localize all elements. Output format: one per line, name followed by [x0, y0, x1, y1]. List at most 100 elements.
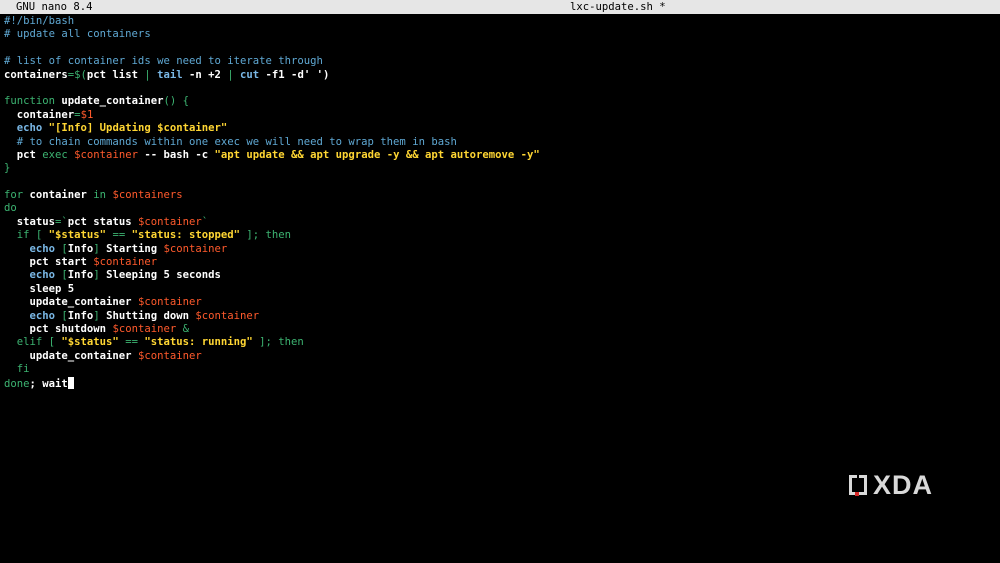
code-token: =$( — [67, 68, 87, 81]
code-line: # to chain commands within one exec we w… — [4, 136, 994, 149]
code-token: $container — [195, 309, 260, 322]
code-line: function update_container() { — [4, 95, 994, 108]
code-token: pct start — [4, 256, 94, 269]
code-line: do — [4, 202, 994, 215]
code-line: update_container $container — [4, 350, 994, 363]
code-line: container=$1 — [4, 109, 994, 122]
code-token: pct shutdown — [4, 322, 113, 335]
text-cursor — [67, 376, 74, 389]
code-token: Info — [67, 309, 94, 322]
code-token: echo — [29, 242, 56, 255]
code-token: $container — [93, 256, 158, 269]
code-token: in — [93, 189, 113, 202]
code-token: echo — [29, 309, 56, 322]
code-token: status — [4, 215, 56, 228]
code-token: "status: stopped" — [131, 229, 241, 242]
xda-watermark: XDA — [846, 470, 933, 500]
code-token: fi — [4, 363, 30, 376]
code-line: echo [Info] Sleeping 5 seconds — [4, 269, 994, 282]
code-line: elif [ "$status" == "status: running" ];… — [4, 336, 994, 349]
code-token: $container — [137, 215, 202, 228]
file-name: lxc-update.sh * — [570, 1, 666, 13]
code-token: # list of container ids we need to itera… — [4, 55, 323, 68]
code-token: ; wait — [29, 377, 68, 390]
code-token: | — [227, 68, 241, 81]
code-line: if [ "$status" == "status: stopped" ]; t… — [4, 229, 994, 242]
code-token: "status: running" — [144, 336, 253, 349]
code-line: #!/bin/bash — [4, 15, 994, 28]
code-token: $container — [112, 322, 177, 335]
code-token: $container — [157, 122, 221, 135]
code-token: containers — [4, 68, 68, 81]
code-token: == — [106, 229, 132, 242]
code-token: Info — [67, 242, 94, 255]
code-token: done — [4, 377, 30, 390]
code-token: echo — [16, 122, 43, 135]
code-token: elif [ — [4, 336, 62, 349]
code-token: container — [4, 108, 75, 121]
code-token: tail — [157, 68, 183, 81]
code-token: update_container — [4, 296, 138, 309]
code-token: $container — [74, 148, 138, 161]
code-token: function — [4, 95, 62, 108]
xda-logo-icon — [849, 475, 867, 496]
code-line: pct exec $container -- bash -c "apt upda… — [4, 149, 994, 162]
code-token: $container — [137, 296, 202, 309]
code-token: # to chain commands within one exec we w… — [4, 135, 457, 148]
code-line: } — [4, 162, 994, 175]
code-token: do — [4, 202, 17, 215]
app-title: GNU nano 8.4 — [16, 1, 93, 13]
code-line: sleep 5 — [4, 283, 994, 296]
code-token: ]; then — [240, 229, 292, 242]
code-token: Shutting down — [106, 309, 196, 322]
code-token: $container — [137, 349, 202, 362]
code-token: "$status" — [48, 229, 107, 242]
code-token: pct — [4, 148, 43, 161]
code-token: update_container — [4, 349, 138, 362]
code-token: -n +2 — [182, 68, 228, 81]
code-token: for — [4, 189, 30, 202]
code-token: "apt update && apt upgrade -y && apt aut… — [214, 148, 540, 161]
code-token: ` — [201, 215, 209, 228]
code-token: echo — [29, 269, 56, 282]
code-line: echo [Info] Starting $container — [4, 243, 994, 256]
code-line: for container in $containers — [4, 189, 994, 202]
code-token: # update all containers — [4, 28, 151, 41]
code-token: $containers — [112, 189, 183, 202]
code-token: == — [118, 336, 145, 349]
code-token: sleep 5 — [4, 282, 75, 295]
code-line: pct start $container — [4, 256, 994, 269]
code-token: } — [4, 162, 11, 175]
code-token: Sleeping 5 seconds — [106, 269, 221, 282]
code-line: update_container $container — [4, 296, 994, 309]
code-line: # update all containers — [4, 28, 994, 41]
code-token: exec — [42, 148, 75, 161]
code-token: update_container — [61, 95, 164, 108]
code-token: ] — [93, 309, 107, 322]
code-token: -f1 -d' ') — [259, 68, 330, 81]
code-line: echo [Info] Shutting down $container — [4, 310, 994, 323]
code-token: $1 — [80, 108, 94, 121]
code-token: pct list — [86, 68, 145, 81]
nano-title-bar: GNU nano 8.4 lxc-update.sh * — [0, 0, 1000, 14]
code-line: pct shutdown $container & — [4, 323, 994, 336]
code-token: [ — [55, 309, 68, 322]
code-line: status=`pct status $container` — [4, 216, 994, 229]
code-token: cut — [240, 68, 260, 81]
code-token: pct status — [67, 215, 138, 228]
code-token: ] — [93, 269, 107, 282]
code-line: done; wait — [4, 376, 994, 390]
code-token: & — [176, 322, 189, 335]
watermark-text: XDA — [873, 469, 934, 500]
code-token: container — [29, 189, 94, 202]
code-line: fi — [4, 363, 994, 376]
editor-text-area[interactable]: #!/bin/bash # update all containers # list… — [4, 15, 994, 390]
code-token: [ — [55, 242, 68, 255]
code-line: # list of container ids we need to itera… — [4, 55, 994, 68]
